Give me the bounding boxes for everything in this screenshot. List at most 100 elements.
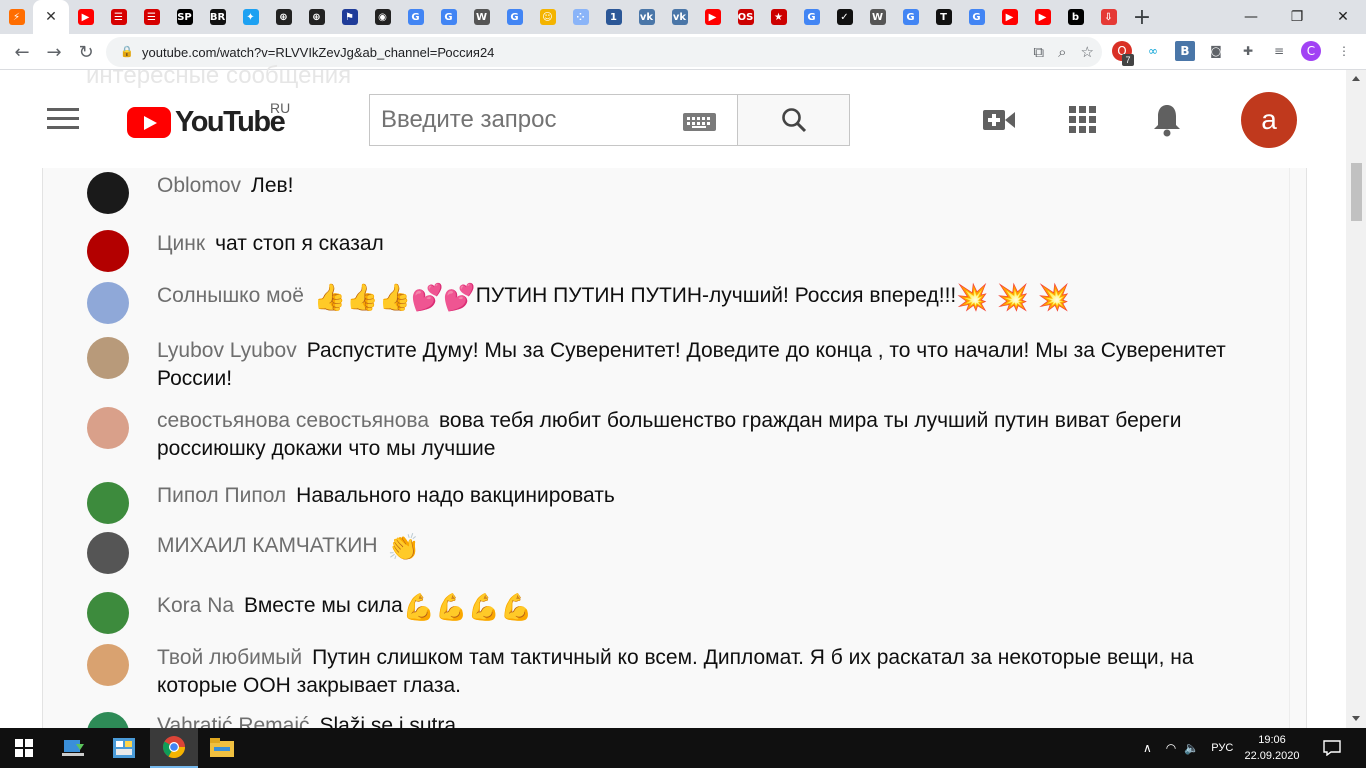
browser-tab[interactable]: W bbox=[861, 0, 894, 34]
url-text[interactable]: youtube.com/watch?v=RLVVIkZevJg&ab_chann… bbox=[142, 45, 494, 60]
author-avatar[interactable] bbox=[87, 230, 129, 272]
translate-icon[interactable]: ⧉ bbox=[1033, 43, 1044, 61]
browser-tab[interactable]: b bbox=[1059, 0, 1092, 34]
file-explorer-icon[interactable] bbox=[198, 728, 246, 768]
media-control-icon[interactable]: ≡ bbox=[1269, 41, 1289, 61]
network-icon[interactable]: ◠ bbox=[1166, 741, 1176, 755]
language-indicator[interactable]: РУС bbox=[1211, 742, 1233, 754]
author-avatar[interactable] bbox=[87, 644, 129, 686]
author-avatar[interactable] bbox=[87, 482, 129, 524]
browser-tab[interactable]: ▶ bbox=[69, 0, 102, 34]
create-video-icon[interactable] bbox=[982, 104, 1016, 136]
keyboard-icon[interactable] bbox=[683, 113, 716, 131]
close-tab-icon[interactable]: ✕ bbox=[45, 9, 57, 25]
tray-chevron-icon[interactable]: ∧ bbox=[1143, 741, 1152, 755]
browser-tab[interactable]: BR bbox=[201, 0, 234, 34]
browser-tab[interactable]: ▶ bbox=[1026, 0, 1059, 34]
author-avatar[interactable] bbox=[87, 712, 129, 728]
page-scrollbar[interactable] bbox=[1346, 70, 1366, 728]
author-name[interactable]: севостьянова севостьянова bbox=[157, 409, 429, 432]
browser-tab[interactable]: vk bbox=[630, 0, 663, 34]
scrollbar-thumb[interactable] bbox=[1351, 163, 1362, 221]
zoom-icon[interactable]: ⌕ bbox=[1058, 43, 1066, 61]
author-name[interactable]: Vahratić Remaić bbox=[157, 714, 310, 728]
search-input[interactable] bbox=[370, 95, 660, 145]
browser-tab[interactable]: W bbox=[465, 0, 498, 34]
browser-tab[interactable]: ✦ bbox=[234, 0, 267, 34]
minimize-button[interactable]: — bbox=[1228, 0, 1274, 34]
chat-message[interactable]: Пипол Пипол Навального надо вакцинировать bbox=[87, 482, 1237, 524]
extension-vk-icon[interactable]: B bbox=[1175, 41, 1195, 61]
browser-tab[interactable]: G bbox=[399, 0, 432, 34]
volume-icon[interactable]: 🔈 bbox=[1184, 741, 1199, 755]
author-avatar[interactable] bbox=[87, 532, 129, 574]
extension-infinity-icon[interactable]: ∞ bbox=[1143, 41, 1163, 61]
author-name[interactable]: Lyubov Lyubov bbox=[157, 339, 297, 362]
browser-tab[interactable]: ⊕ bbox=[300, 0, 333, 34]
browser-tab[interactable]: ▶ bbox=[696, 0, 729, 34]
clock[interactable]: 19:06 22.09.2020 bbox=[1244, 732, 1300, 764]
browser-tab[interactable]: ◉ bbox=[366, 0, 399, 34]
browser-tab[interactable]: ⚑ bbox=[333, 0, 366, 34]
scroll-down-arrow-icon[interactable] bbox=[1352, 716, 1360, 721]
browser-tab[interactable]: ⚡ bbox=[0, 0, 33, 34]
browser-tab[interactable]: ☰ bbox=[135, 0, 168, 34]
chat-message[interactable]: Солнышко моё 👍👍👍💕💕ПУТИН ПУТИН ПУТИН-лучши… bbox=[87, 282, 1237, 324]
author-name[interactable]: МИХАИЛ КАМЧАТКИН bbox=[157, 534, 378, 557]
browser-tab[interactable]: ⇩ bbox=[1092, 0, 1125, 34]
browser-tab[interactable]: ★ bbox=[762, 0, 795, 34]
browser-tab[interactable]: G bbox=[960, 0, 993, 34]
browser-tab[interactable]: ▶ bbox=[993, 0, 1026, 34]
author-name[interactable]: Цинк bbox=[157, 232, 205, 255]
author-name[interactable]: Kora Na bbox=[157, 594, 234, 617]
browser-tab[interactable]: ⊕ bbox=[267, 0, 300, 34]
close-window-button[interactable]: ✕ bbox=[1320, 0, 1366, 34]
profile-avatar[interactable]: C bbox=[1301, 41, 1321, 61]
browser-tab[interactable]: G bbox=[432, 0, 465, 34]
author-name[interactable]: Твой любимый bbox=[157, 646, 302, 669]
scroll-up-arrow-icon[interactable] bbox=[1352, 76, 1360, 81]
chat-message[interactable]: севостьянова севостьянова вова тебя любит… bbox=[87, 407, 1237, 463]
author-name[interactable]: Пипол Пипол bbox=[157, 484, 286, 507]
browser-tab[interactable]: G bbox=[795, 0, 828, 34]
chat-message[interactable]: Цинк чат стоп я сказал bbox=[87, 230, 1237, 272]
browser-tab[interactable]: T bbox=[927, 0, 960, 34]
menu-icon[interactable] bbox=[47, 108, 79, 132]
browser-tab[interactable]: G bbox=[894, 0, 927, 34]
apps-grid-icon[interactable] bbox=[1066, 104, 1100, 136]
account-avatar[interactable]: а bbox=[1241, 92, 1297, 148]
browser-tab[interactable]: 1 bbox=[597, 0, 630, 34]
forward-button[interactable]: → bbox=[38, 36, 70, 68]
author-name[interactable]: Oblomov bbox=[157, 174, 241, 197]
chat-message[interactable]: Kora Na Вместе мы сила💪💪💪💪 bbox=[87, 592, 1237, 634]
browser-tab[interactable]: G bbox=[498, 0, 531, 34]
maximize-button[interactable]: ❐ bbox=[1274, 0, 1320, 34]
file-transfer-app-icon[interactable] bbox=[50, 728, 98, 768]
search-button[interactable] bbox=[737, 94, 850, 146]
author-avatar[interactable] bbox=[87, 337, 129, 379]
camera-extension-icon[interactable]: ◙ bbox=[1206, 41, 1226, 61]
chrome-taskbar-icon[interactable] bbox=[150, 728, 198, 768]
author-name[interactable]: Солнышко моё bbox=[157, 284, 304, 307]
extensions-puzzle-icon[interactable]: ✚ bbox=[1238, 41, 1258, 61]
chrome-menu-icon[interactable]: ⋮ bbox=[1334, 41, 1354, 61]
control-panel-icon[interactable] bbox=[100, 728, 148, 768]
lock-icon[interactable]: 🔒 bbox=[120, 45, 134, 59]
new-tab-button[interactable]: + bbox=[1125, 0, 1159, 34]
author-avatar[interactable] bbox=[87, 172, 129, 214]
chat-message[interactable]: Oblomov Лев! bbox=[87, 172, 1237, 214]
author-avatar[interactable] bbox=[87, 282, 129, 324]
bookmark-star-icon[interactable]: ☆ bbox=[1081, 43, 1094, 61]
browser-tab[interactable]: OS bbox=[729, 0, 762, 34]
windows-start-icon[interactable] bbox=[0, 728, 48, 768]
tab-active[interactable]: ✕ bbox=[33, 0, 69, 34]
browser-tab[interactable]: ☺ bbox=[531, 0, 564, 34]
chat-message[interactable]: Lyubov Lyubov Распустите Думу! Мы за Суве… bbox=[87, 337, 1237, 393]
chat-message[interactable]: Твой любимый Путин слишком там тактичный … bbox=[87, 644, 1237, 700]
chat-scrollbar[interactable] bbox=[1289, 168, 1306, 728]
browser-tab[interactable]: ⁘ bbox=[564, 0, 597, 34]
chat-message[interactable]: МИХАИЛ КАМЧАТКИН 👏 bbox=[87, 532, 1237, 574]
browser-tab[interactable]: ☰ bbox=[102, 0, 135, 34]
author-avatar[interactable] bbox=[87, 407, 129, 449]
chat-message[interactable]: Vahratić Remaić Slaži se i sutra bbox=[87, 712, 1237, 728]
